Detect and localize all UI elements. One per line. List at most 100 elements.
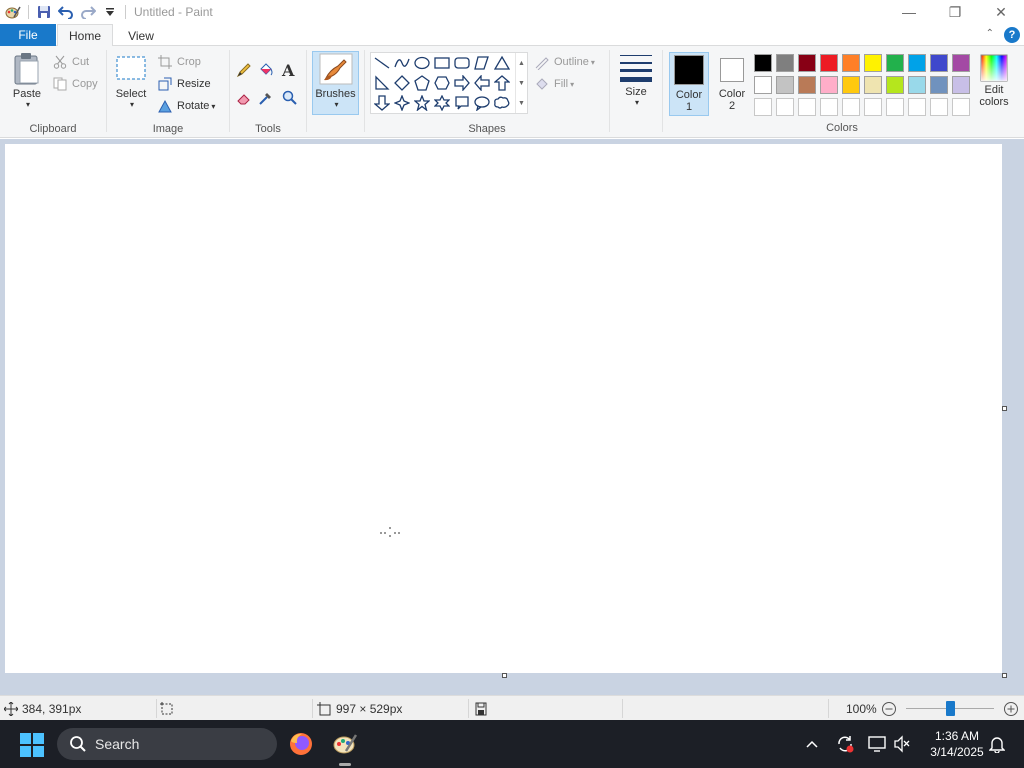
edit-colors-button[interactable]: Edit colors xyxy=(975,54,1013,108)
tab-view[interactable]: View xyxy=(116,24,166,47)
zoom-in-button[interactable] xyxy=(1003,696,1019,721)
four-point-star-shape-icon[interactable] xyxy=(393,94,411,112)
taskbar-search[interactable]: Search xyxy=(57,728,277,760)
six-point-star-shape-icon[interactable] xyxy=(433,94,451,112)
oval-callout-shape-icon[interactable] xyxy=(473,94,491,112)
paste-button[interactable]: Paste ▾ xyxy=(10,52,44,109)
rectangle-shape-icon[interactable] xyxy=(433,54,451,72)
palette-swatch[interactable] xyxy=(908,76,926,94)
copy-button[interactable]: Copy xyxy=(52,74,98,94)
fill-button[interactable] xyxy=(258,60,278,80)
palette-swatch[interactable] xyxy=(886,76,904,94)
palette-swatch[interactable] xyxy=(886,54,904,72)
outline-button[interactable]: Outline ▾ xyxy=(534,52,595,72)
help-button[interactable]: ? xyxy=(1004,27,1020,43)
polygon-shape-icon[interactable] xyxy=(473,54,491,72)
shapes-scrollbar[interactable]: ▲ ▼ ▼ xyxy=(515,53,527,113)
canvas-resize-handle-corner[interactable] xyxy=(1002,673,1007,678)
windows-start-icon[interactable] xyxy=(20,733,44,757)
fill-shape-button[interactable]: Fill ▾ xyxy=(534,74,574,94)
tab-home[interactable]: Home xyxy=(57,24,113,47)
pencil-button[interactable] xyxy=(236,60,256,80)
size-button[interactable]: Size ▾ xyxy=(616,52,656,107)
drawing-canvas[interactable] xyxy=(5,144,1002,673)
text-button[interactable]: A xyxy=(282,60,294,80)
palette-swatch[interactable] xyxy=(820,98,838,116)
palette-swatch[interactable] xyxy=(776,76,794,94)
show-hidden-icons-button[interactable] xyxy=(800,720,824,768)
palette-swatch[interactable] xyxy=(776,54,794,72)
eraser-button[interactable] xyxy=(236,88,256,108)
select-button[interactable]: Select ▾ xyxy=(113,54,149,109)
canvas-resize-handle-bottom[interactable] xyxy=(502,673,507,678)
color1-button[interactable]: Color 1 xyxy=(669,52,709,116)
curve-shape-icon[interactable] xyxy=(393,54,411,72)
hexagon-shape-icon[interactable] xyxy=(433,74,451,92)
right-triangle-shape-icon[interactable] xyxy=(373,74,391,92)
sync-status[interactable] xyxy=(832,720,858,768)
diamond-shape-icon[interactable] xyxy=(393,74,411,92)
cut-button[interactable]: Cut xyxy=(52,52,89,72)
tab-file[interactable]: File xyxy=(0,24,56,46)
palette-swatch[interactable] xyxy=(842,54,860,72)
palette-swatch[interactable] xyxy=(908,54,926,72)
taskbar-firefox[interactable] xyxy=(285,728,317,760)
rounded-rectangle-shape-icon[interactable] xyxy=(453,54,471,72)
palette-swatch[interactable] xyxy=(776,98,794,116)
palette-swatch[interactable] xyxy=(798,98,816,116)
palette-swatch[interactable] xyxy=(754,76,772,94)
pentagon-shape-icon[interactable] xyxy=(413,74,431,92)
palette-swatch[interactable] xyxy=(842,98,860,116)
crop-button[interactable]: Crop xyxy=(157,52,201,72)
collapse-ribbon-icon[interactable]: ⌃ xyxy=(986,28,994,39)
palette-swatch[interactable] xyxy=(886,98,904,116)
palette-swatch[interactable] xyxy=(952,98,970,116)
zoom-slider-thumb[interactable] xyxy=(945,701,955,716)
color-picker-button[interactable] xyxy=(258,88,278,108)
palette-swatch[interactable] xyxy=(864,76,882,94)
palette-swatch[interactable] xyxy=(754,54,772,72)
scroll-down-icon[interactable]: ▼ xyxy=(518,80,525,87)
palette-swatch[interactable] xyxy=(908,98,926,116)
customize-toolbar-icon[interactable] xyxy=(102,4,118,20)
palette-swatch[interactable] xyxy=(820,76,838,94)
magnifier-button[interactable] xyxy=(282,88,302,108)
network-status[interactable] xyxy=(864,720,890,768)
rotate-button[interactable]: Rotate ▾ xyxy=(157,96,215,116)
notifications-button[interactable] xyxy=(984,720,1010,768)
five-point-star-shape-icon[interactable] xyxy=(413,94,431,112)
oval-shape-icon[interactable] xyxy=(413,54,431,72)
redo-icon[interactable] xyxy=(80,4,96,20)
canvas-resize-handle-right[interactable] xyxy=(1002,406,1007,411)
rounded-callout-shape-icon[interactable] xyxy=(453,94,471,112)
right-arrow-shape-icon[interactable] xyxy=(453,74,471,92)
triangle-shape-icon[interactable] xyxy=(493,54,511,72)
down-arrow-shape-icon[interactable] xyxy=(373,94,391,112)
palette-swatch[interactable] xyxy=(798,54,816,72)
paint-app-icon[interactable] xyxy=(5,4,21,20)
palette-swatch[interactable] xyxy=(930,54,948,72)
scroll-up-icon[interactable]: ▲ xyxy=(518,60,525,67)
left-arrow-shape-icon[interactable] xyxy=(473,74,491,92)
resize-button[interactable]: Resize xyxy=(157,74,211,94)
taskbar-paint[interactable] xyxy=(329,728,361,760)
save-icon[interactable] xyxy=(36,4,52,20)
palette-swatch[interactable] xyxy=(952,54,970,72)
color2-button[interactable]: Color 2 xyxy=(712,52,752,116)
restore-button[interactable]: ❐ xyxy=(932,0,978,24)
palette-swatch[interactable] xyxy=(842,76,860,94)
minimize-button[interactable]: — xyxy=(886,0,932,24)
cloud-callout-shape-icon[interactable] xyxy=(493,94,511,112)
zoom-out-button[interactable] xyxy=(881,696,897,721)
volume-status[interactable] xyxy=(890,720,914,768)
brushes-button[interactable]: Brushes ▾ xyxy=(312,51,359,115)
line-shape-icon[interactable] xyxy=(373,54,391,72)
expand-gallery-icon[interactable]: ▼ xyxy=(518,100,525,107)
palette-swatch[interactable] xyxy=(754,98,772,116)
palette-swatch[interactable] xyxy=(820,54,838,72)
undo-icon[interactable] xyxy=(58,4,74,20)
palette-swatch[interactable] xyxy=(952,76,970,94)
palette-swatch[interactable] xyxy=(864,98,882,116)
palette-swatch[interactable] xyxy=(864,54,882,72)
close-button[interactable]: ✕ xyxy=(978,0,1024,24)
